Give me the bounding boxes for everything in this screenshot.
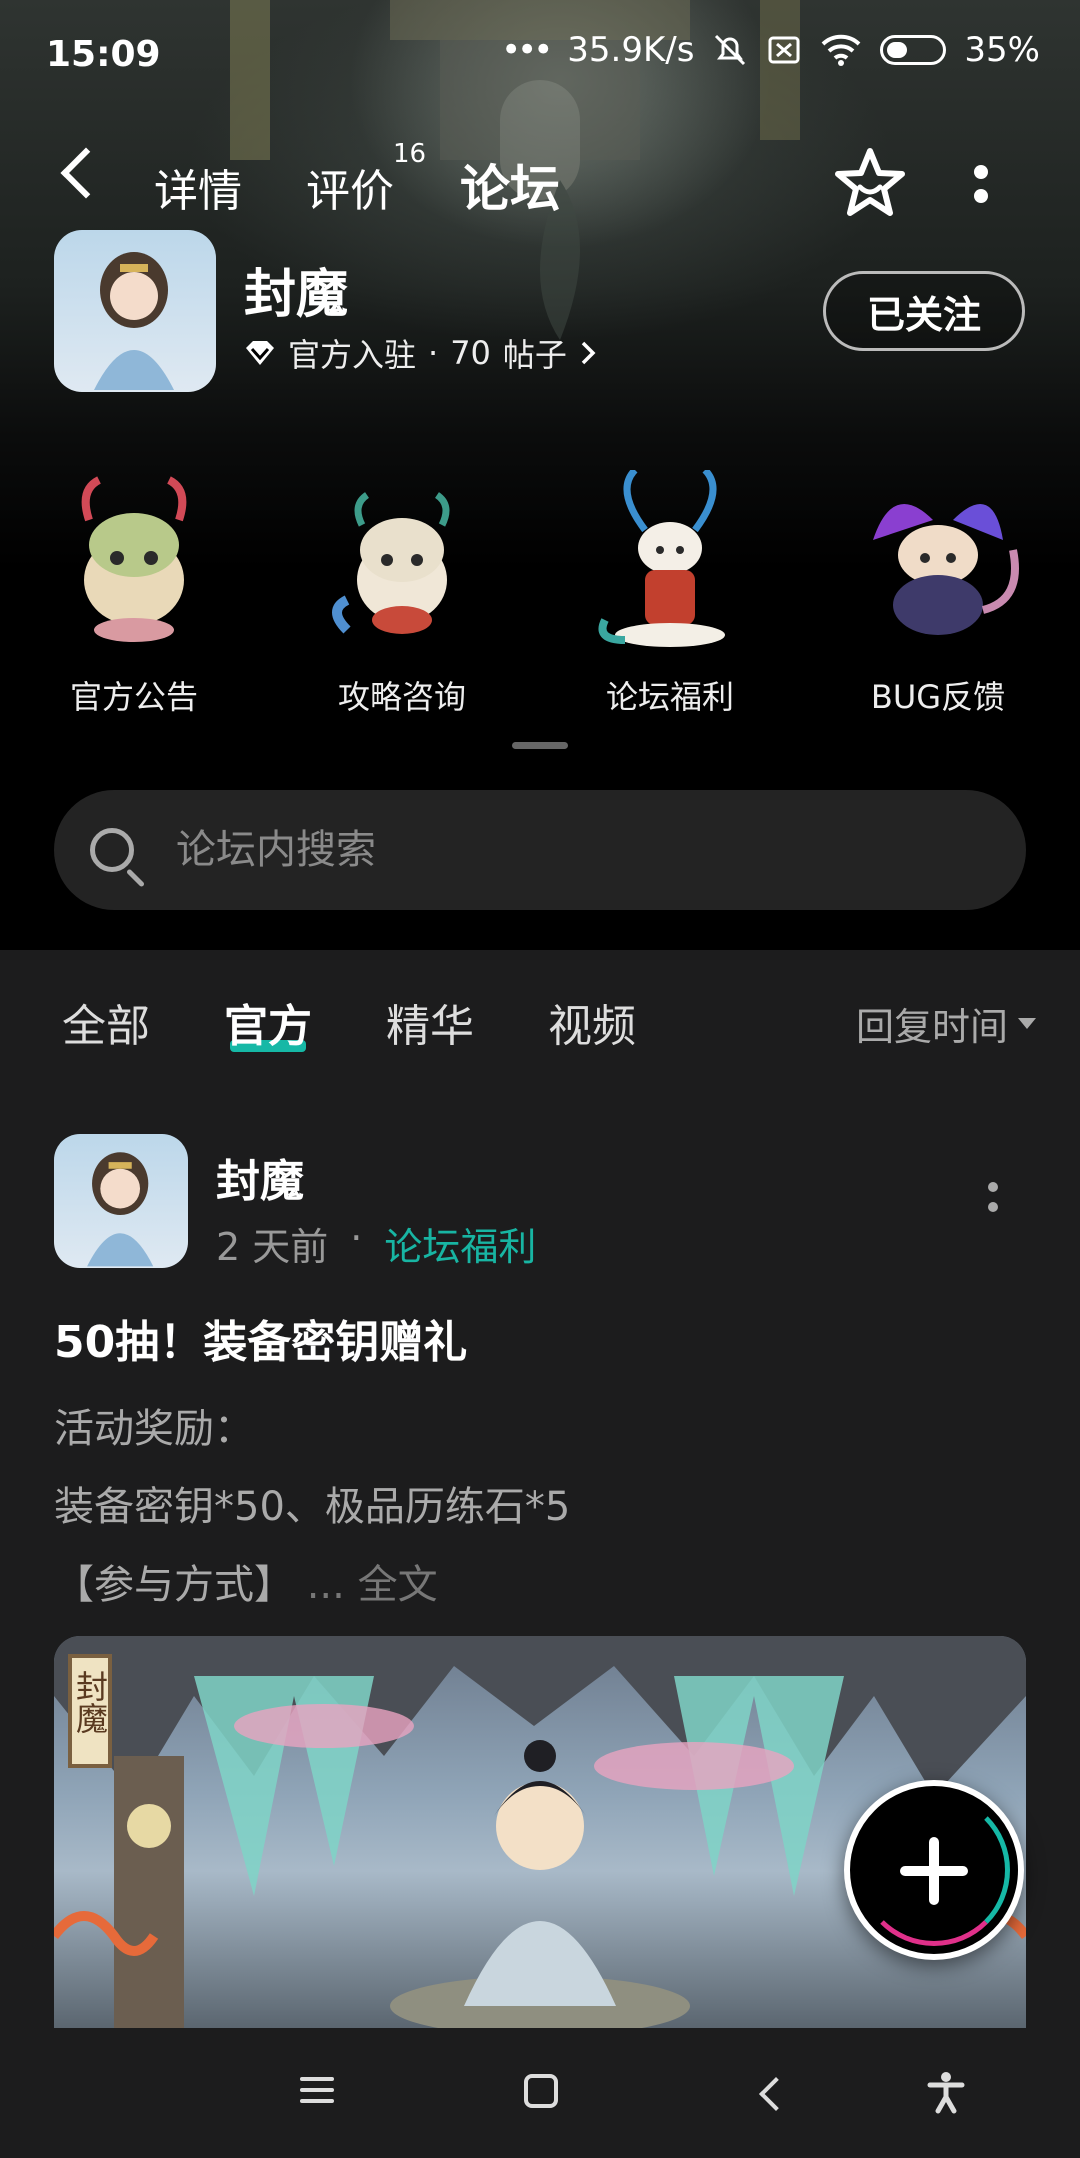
post-image-caption: 封魔 (72, 1670, 108, 1734)
tab-details-label: 详情 (154, 166, 242, 217)
bell-muted-icon (715, 34, 746, 66)
post-author-avatar[interactable] (54, 1134, 188, 1268)
post-ellipsis: ... (306, 1562, 345, 1608)
filter-tab-official[interactable]: 官方 (224, 990, 312, 1054)
post-body[interactable]: 活动奖励： 装备密钥*50、极品历练石*5 【参与方式】 ... 全文 (54, 1390, 570, 1624)
filter-tab-featured[interactable]: 精华 (386, 990, 474, 1054)
post-more-icon[interactable] (988, 1182, 998, 1222)
post-meta-separator: · (350, 1216, 363, 1260)
category-label: 论坛福利 (605, 678, 734, 716)
post-time: 2 天前 (216, 1225, 329, 1269)
tab-forum-label: 论坛 (460, 160, 560, 218)
filter-label: 官方 (224, 1001, 312, 1052)
category-official-notice[interactable]: 官方公告 (34, 470, 234, 718)
filter-tabs: 全部 官方 精华 视频 回复时间 (0, 990, 1080, 1070)
post-body-text: 【参与方式】 (54, 1562, 294, 1608)
avatar-art (87, 1152, 154, 1267)
category-label: 攻略咨询 (337, 678, 466, 716)
wifi-icon (822, 34, 861, 66)
status-bar: 15:09 ••• 35.9K/s 35% (0, 0, 1080, 110)
system-nav-bar (0, 2028, 1080, 2158)
category-welfare[interactable]: 论坛福利 (570, 467, 770, 718)
battery-level: 35% (964, 30, 1040, 70)
tab-reviews[interactable]: 评价 (306, 155, 394, 219)
more-dots-icon: ••• (501, 30, 553, 70)
posts-unit: 帖子 (502, 336, 567, 374)
home-icon[interactable] (524, 2074, 558, 2108)
category-scroll-indicator (512, 742, 568, 749)
sim-off-icon (768, 36, 800, 64)
official-badge-label: 官方入驻 (288, 336, 417, 374)
top-nav: 详情 评价 16 论坛 (0, 139, 1080, 225)
sort-dropdown[interactable]: 回复时间 (856, 996, 1036, 1051)
dragon-green-icon (81, 476, 187, 642)
network-speed: 35.9K/s (567, 30, 695, 70)
tab-forum[interactable]: 论坛 (456, 149, 564, 221)
dragon-purple-icon (873, 504, 1019, 635)
filter-label: 全部 (62, 1001, 150, 1052)
reviews-count-badge: 16 (393, 139, 427, 169)
status-icons: ••• 35.9K/s 35% (501, 30, 1040, 70)
category-guide[interactable]: 攻略咨询 (302, 470, 502, 718)
category-row: 官方公告 攻略咨询 论坛福利 BUG反馈 (0, 467, 1080, 730)
accessibility-icon[interactable] (924, 2070, 968, 2114)
meta-separator: · (428, 334, 439, 372)
create-post-button[interactable] (844, 1780, 1024, 1960)
post-title[interactable]: 50抽！装备密钥赠礼 (54, 1306, 467, 1370)
menu-icon[interactable] (300, 2070, 344, 2114)
follow-button[interactable]: 已关注 (823, 271, 1025, 351)
post-body-line: 活动奖励： (54, 1406, 254, 1452)
app-icon-art (94, 252, 174, 390)
search-input[interactable] (174, 826, 878, 874)
post-meta: 2 天前 · 论坛福利 (216, 1216, 536, 1271)
filter-label: 精华 (386, 1001, 474, 1052)
sort-label: 回复时间 (855, 1005, 1008, 1049)
app-name: 封魔 (244, 265, 349, 325)
diamond-icon (246, 341, 274, 365)
forum-search-bar[interactable] (54, 790, 1026, 910)
category-label: 官方公告 (69, 678, 198, 716)
post-body-line: 装备密钥*50、极品历练石*5 (54, 1484, 571, 1530)
category-bug-report[interactable]: BUG反馈 (838, 470, 1038, 718)
post-category-tag[interactable]: 论坛福利 (384, 1216, 536, 1271)
battery-icon (880, 35, 947, 65)
dragon-white-icon (332, 492, 450, 634)
read-more-link[interactable]: 全文 (358, 1562, 438, 1608)
posts-count: 70 (450, 334, 491, 372)
chevron-right-icon (581, 341, 596, 365)
system-back-icon[interactable] (759, 2077, 793, 2111)
plus-icon-vertical (929, 1837, 939, 1905)
post-body-line: 【参与方式】 ... 全文 (54, 1546, 570, 1624)
post-author-name[interactable]: 封魔 (216, 1145, 304, 1209)
app-icon (54, 230, 216, 392)
category-label: BUG反馈 (870, 678, 1006, 716)
filter-label: 视频 (548, 1001, 636, 1052)
dragon-blue-horns-icon (598, 467, 725, 647)
tab-reviews-label: 评价 (306, 166, 394, 217)
filter-tab-video[interactable]: 视频 (548, 990, 636, 1054)
tab-details[interactable]: 详情 (154, 155, 242, 219)
search-icon (90, 828, 134, 872)
app-meta[interactable]: 官方入驻 · 70 帖子 (244, 330, 597, 376)
star-favorite-icon[interactable] (832, 145, 908, 221)
back-icon[interactable] (60, 147, 112, 199)
status-time: 15:09 (46, 34, 161, 75)
caret-down-icon (1018, 1018, 1036, 1029)
filter-tab-all[interactable]: 全部 (62, 990, 150, 1054)
more-options-icon[interactable] (974, 165, 990, 213)
